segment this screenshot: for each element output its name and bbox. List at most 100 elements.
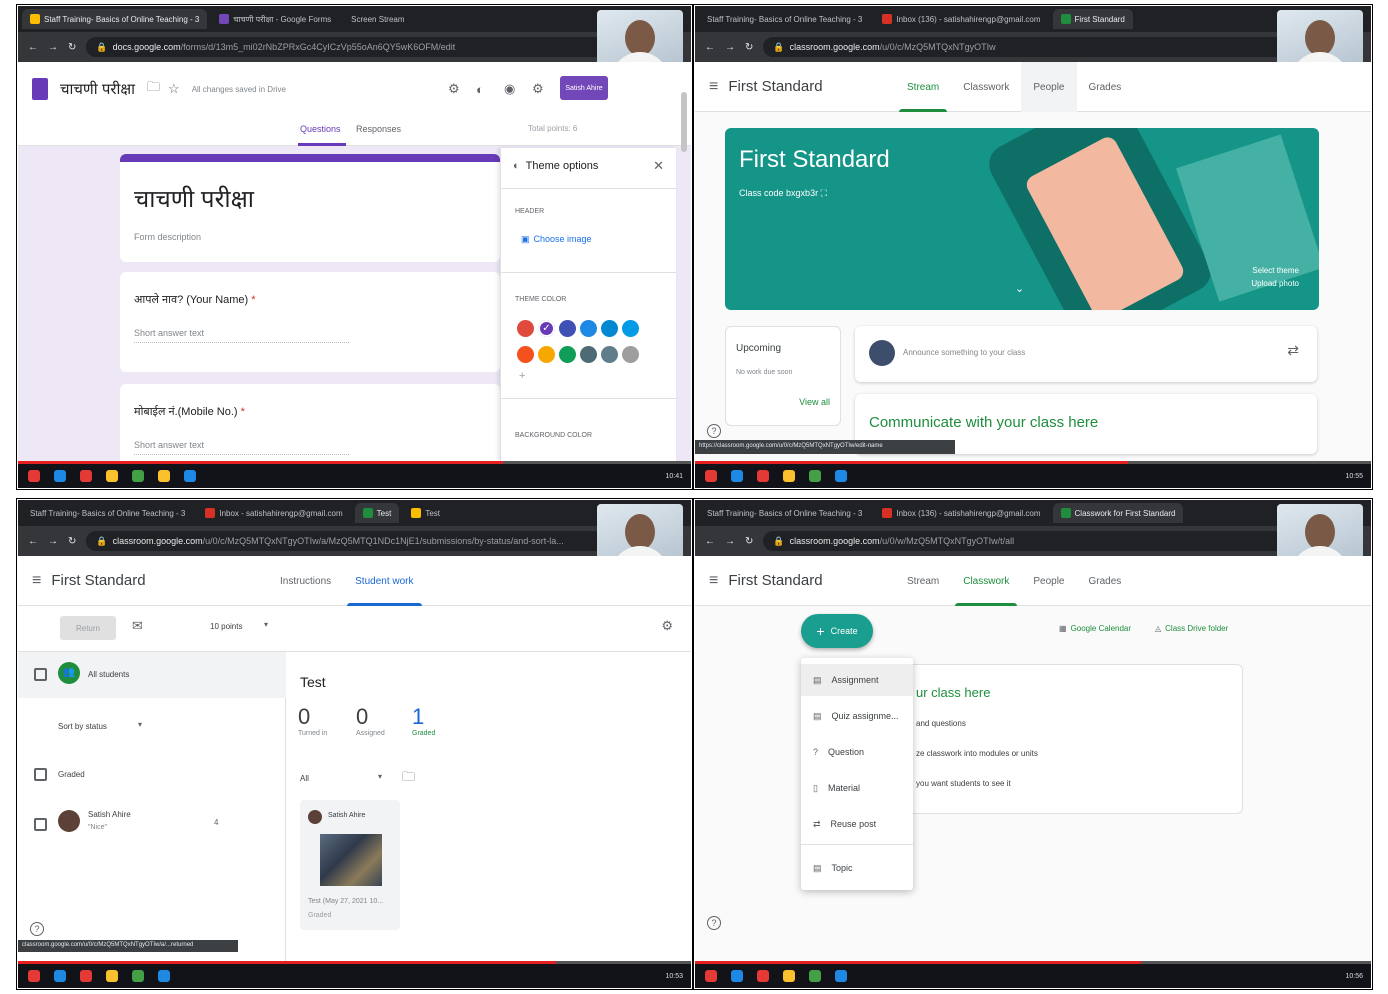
all-students-row[interactable]: 👥 All students bbox=[18, 652, 286, 698]
app-icon[interactable] bbox=[835, 470, 847, 482]
url-field[interactable]: 🔒 classroom.google.com/u/0/w/MzQ5MTQxNTgy… bbox=[763, 531, 1291, 551]
app-icon[interactable] bbox=[184, 470, 196, 482]
app-icon[interactable] bbox=[106, 970, 118, 982]
menu-item-quiz[interactable]: ▤ Quiz assignme... bbox=[801, 700, 913, 732]
play-icon[interactable] bbox=[28, 970, 40, 982]
announce-box[interactable]: Announce something to your class ⇄ bbox=[855, 326, 1317, 382]
dropdown-arrow-icon[interactable]: ▾ bbox=[138, 720, 142, 729]
forward-icon[interactable]: → bbox=[48, 42, 58, 53]
form-title[interactable]: चाचणी परीक्षा bbox=[60, 79, 135, 99]
choose-image-button[interactable]: ▣ Choose image bbox=[521, 234, 592, 245]
app-icon[interactable] bbox=[757, 970, 769, 982]
sort-select[interactable]: Sort by status bbox=[58, 722, 107, 731]
back-icon[interactable]: ← bbox=[28, 536, 38, 547]
menu-icon[interactable]: ≡ bbox=[32, 572, 41, 590]
app-icon[interactable] bbox=[132, 470, 144, 482]
color-swatch[interactable] bbox=[580, 320, 597, 337]
tab-people[interactable]: People bbox=[1021, 62, 1077, 112]
google-calendar-link[interactable]: ▦ Google Calendar bbox=[1059, 624, 1131, 633]
tab-staff-training[interactable]: Staff Training- Basics of Online Teachin… bbox=[22, 9, 208, 29]
color-swatch[interactable] bbox=[559, 320, 576, 337]
scrollbar[interactable] bbox=[681, 92, 687, 152]
add-color-icon[interactable]: + bbox=[519, 370, 525, 382]
menu-item-topic[interactable]: ▤ Topic bbox=[801, 852, 913, 884]
back-icon[interactable]: ← bbox=[705, 42, 715, 53]
app-icon[interactable] bbox=[158, 970, 170, 982]
tab-responses[interactable]: Responses bbox=[356, 124, 401, 134]
app-icon[interactable] bbox=[731, 470, 743, 482]
filter-select[interactable]: All bbox=[300, 774, 309, 783]
tab-gmail[interactable]: Inbox - satishahirengp@gmail.com bbox=[197, 503, 350, 523]
app-icon[interactable] bbox=[106, 470, 118, 482]
color-swatch-selected[interactable]: ✓ bbox=[538, 320, 555, 337]
chevron-down-icon[interactable]: ⌄ bbox=[1015, 282, 1024, 295]
back-icon[interactable]: ← bbox=[705, 536, 715, 547]
send-button[interactable]: Satish Ahire bbox=[560, 76, 608, 100]
checkbox[interactable] bbox=[34, 668, 47, 681]
settings-gear-icon[interactable]: ⚙ bbox=[532, 81, 544, 97]
tab-grades[interactable]: Grades bbox=[1077, 62, 1134, 112]
menu-icon[interactable]: ≡ bbox=[709, 78, 718, 96]
reload-icon[interactable]: ↻ bbox=[745, 536, 753, 547]
fullscreen-icon[interactable]: ⛶ bbox=[821, 188, 827, 198]
question-card-name[interactable]: आपले नाव? (Your Name) * Short answer tex… bbox=[120, 272, 500, 372]
checkbox[interactable] bbox=[34, 768, 47, 781]
url-field[interactable]: 🔒 classroom.google.com/u/0/c/MzQ5MTQxNTgy… bbox=[86, 531, 611, 551]
app-icon[interactable] bbox=[54, 470, 66, 482]
class-drive-link[interactable]: ◬ Class Drive folder bbox=[1155, 624, 1228, 633]
help-icon[interactable]: ? bbox=[707, 916, 721, 930]
reload-icon[interactable]: ↻ bbox=[68, 536, 76, 547]
tab-classwork[interactable]: Classwork bbox=[951, 556, 1021, 606]
class-name[interactable]: First Standard bbox=[51, 572, 145, 589]
settings-gear-icon[interactable]: ⚙ bbox=[661, 618, 673, 634]
color-swatch[interactable] bbox=[559, 346, 576, 363]
play-icon[interactable] bbox=[705, 470, 717, 482]
help-icon[interactable]: ? bbox=[30, 922, 44, 936]
tab-classroom[interactable]: First Standard bbox=[1052, 9, 1133, 29]
close-icon[interactable]: ✕ bbox=[653, 158, 664, 174]
forward-icon[interactable]: → bbox=[725, 42, 735, 53]
folder-icon[interactable]: 🗀 bbox=[147, 78, 160, 100]
class-name[interactable]: First Standard bbox=[728, 78, 822, 95]
tab-forms[interactable]: चाचणी परीक्षा - Google Forms bbox=[211, 9, 339, 29]
tab-instructions[interactable]: Instructions bbox=[268, 556, 343, 606]
forward-icon[interactable]: → bbox=[725, 536, 735, 547]
tab-screen-stream[interactable]: Screen Stream bbox=[343, 9, 412, 29]
color-swatch[interactable] bbox=[517, 346, 534, 363]
color-swatch[interactable] bbox=[622, 346, 639, 363]
create-button[interactable]: + Create bbox=[801, 614, 873, 648]
folder-icon[interactable]: 🗀 bbox=[402, 768, 415, 790]
tab-student-work[interactable]: Student work bbox=[343, 556, 425, 606]
student-row[interactable]: Satish Ahire "Nice" 4 bbox=[18, 800, 286, 850]
app-icon[interactable] bbox=[731, 970, 743, 982]
tab-classwork[interactable]: Classwork for First Standard bbox=[1052, 503, 1184, 523]
student-grade[interactable]: 4 bbox=[214, 818, 218, 827]
app-icon[interactable] bbox=[80, 470, 92, 482]
dropdown-arrow-icon[interactable]: ▾ bbox=[378, 772, 382, 781]
tab-gmail[interactable]: Inbox (136) - satishahirengp@gmail.com bbox=[874, 503, 1048, 523]
form-description[interactable]: Form description bbox=[134, 232, 201, 242]
star-icon[interactable]: ☆ bbox=[168, 81, 180, 97]
tab-test-2[interactable]: Test bbox=[403, 503, 448, 523]
color-swatch[interactable] bbox=[601, 346, 618, 363]
color-swatch[interactable] bbox=[517, 320, 534, 337]
color-swatch[interactable] bbox=[538, 346, 555, 363]
points-select[interactable]: 10 points bbox=[210, 622, 242, 631]
class-name[interactable]: First Standard bbox=[728, 572, 822, 589]
menu-item-question[interactable]: ? Question bbox=[801, 736, 913, 768]
tab-gmail[interactable]: Inbox (136) - satishahirengp@gmail.com bbox=[874, 9, 1048, 29]
tab-staff-training[interactable]: Staff Training- Basics of Online Teachin… bbox=[699, 503, 870, 523]
app-icon[interactable] bbox=[757, 470, 769, 482]
email-icon[interactable]: ✉ bbox=[132, 618, 143, 634]
back-icon[interactable]: ← bbox=[28, 42, 38, 53]
upload-photo-link[interactable]: Upload photo bbox=[1251, 279, 1299, 288]
app-icon[interactable] bbox=[783, 970, 795, 982]
reload-icon[interactable]: ↻ bbox=[745, 42, 753, 53]
view-all-link[interactable]: View all bbox=[799, 397, 830, 407]
help-icon[interactable]: ? bbox=[707, 424, 721, 438]
tab-classwork[interactable]: Classwork bbox=[951, 62, 1021, 112]
reload-icon[interactable]: ↻ bbox=[68, 42, 76, 53]
url-field[interactable]: 🔒 classroom.google.com/u/0/c/MzQ5MTQxNTgy… bbox=[763, 37, 1291, 57]
header-title[interactable]: चाचणी परीक्षा bbox=[134, 182, 254, 215]
palette-icon[interactable]: ◐ bbox=[476, 82, 484, 97]
